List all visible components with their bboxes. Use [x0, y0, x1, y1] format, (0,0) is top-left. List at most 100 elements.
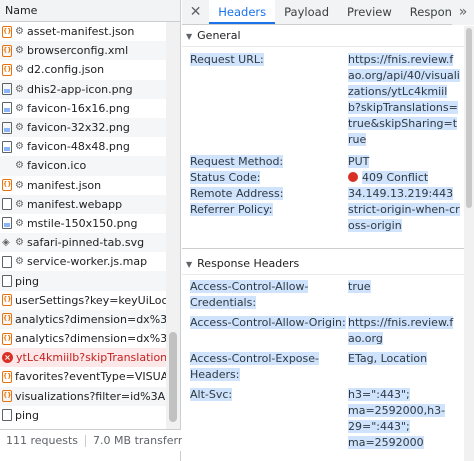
request-name: d2.config.json: [26, 63, 105, 77]
request-row[interactable]: {} userSettings?key=keyUiLoc: [0, 291, 166, 310]
header-row-acao: Access-Control-Allow-Origin: https://fni…: [182, 315, 474, 347]
header-row-alt-svc: Alt-Svc: h3=":443"; ma=2592000,h3-29=":4…: [182, 387, 474, 451]
request-row[interactable]: ⚙ favicon-16x16.png: [0, 99, 166, 118]
document-file-icon: [2, 275, 12, 288]
response-headers-title: Response Headers: [197, 257, 300, 270]
acac-key: Access-Control-Allow-Credentials:: [190, 280, 309, 309]
request-row[interactable]: ping: [0, 271, 166, 291]
request-name: favicon.ico: [26, 159, 87, 173]
request-name: userSettings?key=keyUiLoc: [15, 293, 166, 307]
acao-key: Access-Control-Allow-Origin:: [190, 316, 346, 329]
acac-value: true: [348, 280, 371, 293]
details-tabbar: ✕ Headers Payload Preview Response »: [182, 0, 474, 25]
request-list-pane: Name {} ⚙ asset-manifest.json{} ⚙ browsercon…: [0, 0, 196, 461]
json-file-icon: {}: [2, 179, 12, 192]
response-headers-body: Access-Control-Allow-Credentials: true A…: [182, 275, 474, 451]
request-row[interactable]: ⚙ service-worker.js.map: [0, 252, 166, 271]
service-worker-gear-icon: ⚙: [15, 122, 24, 134]
request-name: favicon-48x48.png: [26, 140, 130, 154]
details-scrollbar[interactable]: [464, 26, 474, 461]
request-count: 111 requests: [6, 434, 79, 447]
service-worker-gear-icon: ⚙: [15, 102, 24, 114]
json-file-icon: {}: [2, 313, 12, 326]
request-row[interactable]: ⚙ mstile-150x150.png: [0, 214, 166, 233]
header-row-status-code: Status Code: 409 Conflict: [182, 170, 474, 186]
request-row[interactable]: ⚙ favicon-32x32.png: [0, 117, 166, 138]
image-file-icon: [2, 83, 12, 96]
json-file-icon: {}: [2, 44, 12, 57]
request-url-key: Request URL:: [190, 53, 264, 66]
request-row-selected[interactable]: × ytLc4kmiilb?skipTranslations: [0, 348, 166, 368]
blank-file-icon: [2, 160, 12, 172]
tab-headers[interactable]: Headers: [209, 0, 276, 24]
request-row[interactable]: ◈ ⚙ safari-pinned-tab.svg: [0, 233, 166, 253]
request-list: {} ⚙ asset-manifest.json{} ⚙ browserconfig.x…: [0, 22, 166, 429]
request-name: analytics?dimension=dx%3: [15, 312, 166, 326]
acao-value: https://fnis.review.fao.org: [348, 316, 454, 345]
service-worker-gear-icon: ⚙: [15, 160, 24, 172]
response-headers-section: ▼ Response Headers Access-Control-Allow-C…: [182, 253, 474, 451]
request-row[interactable]: {} ⚙ asset-manifest.json: [0, 22, 166, 41]
request-details-pane: ✕ Headers Payload Preview Response » ▼ Ge…: [182, 0, 474, 461]
request-row[interactable]: {} favorites?eventType=VISUA: [0, 367, 166, 386]
header-row-aceh: Access-Control-Expose-Headers: ETag, Loc…: [182, 351, 474, 383]
details-scroll-thumb[interactable]: [466, 28, 472, 208]
request-row[interactable]: {} ⚙ browserconfig.xml: [0, 41, 166, 61]
request-url-value: https://fnis.review.fao.org/api/40/visua…: [348, 53, 460, 146]
service-worker-gear-icon: ⚙: [15, 45, 24, 57]
aceh-value: ETag, Location: [348, 352, 428, 365]
service-worker-gear-icon: ⚙: [15, 237, 24, 249]
request-row[interactable]: ⚙ favicon.ico: [0, 156, 166, 176]
request-row[interactable]: {} ⚙ manifest.json: [0, 176, 166, 195]
request-row[interactable]: ⚙ favicon-48x48.png: [0, 137, 166, 156]
json-file-icon: {}: [2, 25, 12, 38]
service-worker-gear-icon: ⚙: [15, 256, 24, 268]
transferred-size: 7.0 MB transferred: [93, 434, 196, 447]
service-worker-gear-icon: ⚙: [15, 217, 24, 229]
request-row[interactable]: ⚙ dhis2-app-icon.png: [0, 79, 166, 99]
request-name: asset-manifest.json: [26, 25, 135, 39]
request-row[interactable]: {} analytics?dimension=dx%3: [0, 309, 166, 329]
request-row[interactable]: {} visualizations?filter=id%3Ai: [0, 386, 166, 406]
tab-payload[interactable]: Payload: [275, 0, 338, 24]
error-request-icon: ×: [2, 352, 13, 364]
image-file-icon: [2, 102, 12, 115]
request-name: favorites?eventType=VISUA: [15, 370, 166, 384]
request-name: service-worker.js.map: [26, 255, 148, 269]
remote-address-value: 34.149.13.219:443: [348, 187, 454, 200]
general-section-header[interactable]: ▼ General: [182, 25, 474, 47]
request-method-value: PUT: [348, 155, 370, 168]
image-file-icon: [2, 217, 12, 230]
request-name: analytics?dimension=dx%3: [15, 332, 166, 346]
close-icon[interactable]: ✕: [182, 0, 209, 24]
collapse-triangle-icon: ▼: [186, 32, 193, 41]
alt-svc-value: h3=":443"; ma=2592000,h3-29=":443"; ma=2…: [348, 388, 446, 449]
header-row-referrer-policy: Referrer Policy: strict-origin-when-cros…: [182, 202, 474, 234]
svg-file-icon: ◈: [2, 236, 10, 248]
request-row[interactable]: {} ⚙ d2.config.json: [0, 60, 166, 79]
request-name: dhis2-app-icon.png: [26, 82, 133, 96]
referrer-policy-value: strict-origin-when-cross-origin: [348, 203, 460, 232]
service-worker-gear-icon: ⚙: [15, 179, 24, 191]
response-headers-section-header[interactable]: ▼ Response Headers: [182, 253, 474, 275]
request-method-key: Request Method:: [190, 155, 284, 168]
error-status-dot-icon: [348, 172, 358, 182]
image-file-icon: [2, 140, 12, 153]
request-name: manifest.webapp: [26, 197, 123, 211]
request-name: visualizations?filter=id%3Ai: [15, 389, 166, 403]
request-list-scrollbar[interactable]: [166, 22, 180, 429]
document-file-icon: [2, 255, 12, 268]
name-column-header[interactable]: Name: [0, 0, 180, 22]
request-list-scroll-thumb[interactable]: [169, 332, 177, 422]
service-worker-gear-icon: ⚙: [15, 83, 24, 95]
request-row[interactable]: ping: [0, 406, 166, 425]
tab-preview[interactable]: Preview: [338, 0, 401, 24]
json-file-icon: {}: [2, 332, 12, 345]
general-section-title: General: [197, 29, 241, 42]
json-file-icon: {}: [2, 294, 12, 307]
more-tabs-icon[interactable]: »: [452, 0, 474, 25]
collapse-triangle-icon: ▼: [186, 260, 193, 269]
request-row[interactable]: ⚙ manifest.webapp: [0, 194, 166, 214]
aceh-key: Access-Control-Expose-Headers:: [190, 352, 319, 381]
request-row[interactable]: {} analytics?dimension=dx%3: [0, 329, 166, 348]
